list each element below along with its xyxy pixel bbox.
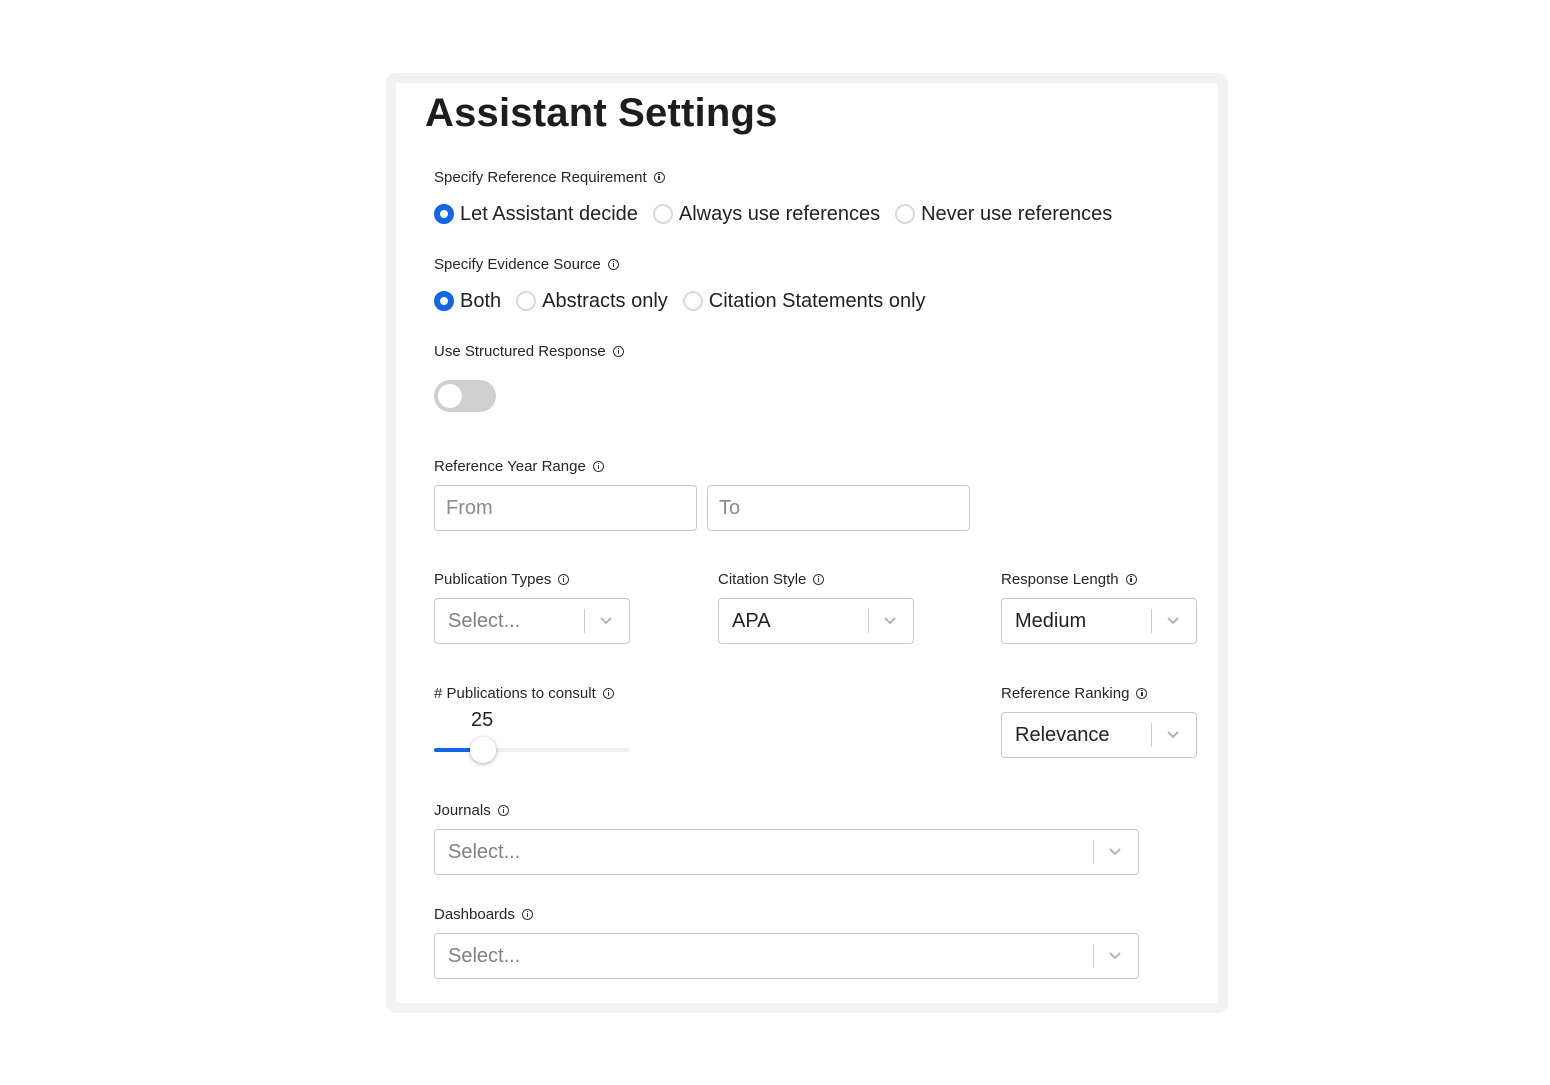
select-value: Select... [448, 841, 521, 863]
publications-to-consult-label-text: # Publications to consult [434, 684, 596, 702]
chevron-down-icon [1109, 848, 1121, 856]
select-value: Medium [1015, 610, 1087, 632]
citation-style-label-text: Citation Style [718, 570, 807, 588]
chevron-down-icon [1109, 952, 1121, 960]
radio-let-assistant-decide[interactable]: Let Assistant decide [434, 203, 638, 226]
info-icon[interactable] [607, 258, 619, 270]
radio-button-selected[interactable] [434, 291, 454, 311]
radio-both[interactable]: Both [434, 290, 501, 313]
info-icon[interactable] [813, 573, 825, 585]
reference-ranking-label: Reference Ranking [1001, 683, 1148, 703]
year-from-input[interactable] [434, 485, 697, 531]
response-length-select[interactable]: Medium [1001, 598, 1197, 644]
reference-ranking-select[interactable]: Relevance [1001, 712, 1197, 758]
journals-select[interactable]: Select... [434, 829, 1139, 875]
year-range-label: Reference Year Range [434, 456, 604, 476]
info-icon[interactable] [612, 345, 624, 357]
select-separator [1093, 840, 1094, 864]
settings-panel: Assistant Settings Specify Reference Req… [396, 83, 1218, 1003]
radio-never-use-references[interactable]: Never use references [895, 203, 1112, 226]
info-icon[interactable] [497, 804, 509, 816]
info-icon[interactable] [602, 687, 614, 699]
citation-style-select[interactable]: APA [718, 598, 914, 644]
info-icon[interactable] [1136, 687, 1148, 699]
publication-types-label-text: Publication Types [434, 570, 552, 588]
radio-label: Let Assistant decide [460, 202, 638, 225]
info-icon[interactable] [558, 573, 570, 585]
radio-label: Abstracts only [542, 289, 668, 312]
radio-button[interactable] [652, 204, 673, 224]
select-value: Relevance [1015, 724, 1110, 746]
journals-label: Journals [434, 800, 509, 820]
select-separator [868, 609, 869, 633]
citation-style-label: Citation Style [718, 569, 825, 589]
publication-types-label: Publication Types [434, 569, 570, 589]
info-icon[interactable] [653, 171, 665, 183]
radio-label: Never use references [921, 202, 1113, 225]
chevron-down-icon [600, 617, 612, 625]
structured-response-label: Use Structured Response [434, 341, 624, 361]
dashboards-label: Dashboards [434, 904, 533, 924]
select-separator [584, 609, 585, 633]
select-value: Select... [448, 610, 521, 632]
radio-button[interactable] [895, 204, 916, 224]
journals-label-text: Journals [434, 801, 491, 819]
structured-response-label-text: Use Structured Response [434, 342, 606, 360]
slider-thumb[interactable] [470, 737, 496, 763]
reference-requirement-label-text: Specify Reference Requirement [434, 168, 647, 186]
evidence-source-label-text: Specify Evidence Source [434, 255, 601, 273]
radio-button-selected[interactable] [434, 204, 454, 224]
radio-label: Always use references [678, 202, 881, 225]
chevron-down-icon [1167, 617, 1179, 625]
select-separator [1093, 944, 1094, 968]
chevron-down-icon [1167, 731, 1179, 739]
radio-button[interactable] [682, 291, 703, 311]
radio-label: Both [460, 289, 502, 312]
radio-button[interactable] [516, 291, 537, 311]
evidence-source-label: Specify Evidence Source [434, 254, 619, 274]
publication-types-select[interactable]: Select... [434, 598, 630, 644]
reference-requirement-radio-group: Let Assistant decide Always use referenc… [434, 200, 1127, 228]
chevron-down-icon [884, 617, 896, 625]
select-value: Select... [448, 945, 521, 967]
dashboards-select[interactable]: Select... [434, 933, 1139, 979]
dashboards-label-text: Dashboards [434, 905, 515, 923]
structured-response-toggle[interactable] [434, 380, 496, 412]
evidence-source-radio-group: Both Abstracts only Citation Statements … [434, 287, 941, 315]
info-icon[interactable] [592, 460, 604, 472]
reference-ranking-label-text: Reference Ranking [1001, 684, 1130, 702]
select-value: APA [732, 610, 771, 632]
radio-always-use-references[interactable]: Always use references [652, 202, 881, 226]
year-range-label-text: Reference Year Range [434, 457, 586, 475]
select-separator [1151, 723, 1152, 747]
toggle-knob [438, 384, 462, 408]
info-icon[interactable] [521, 908, 533, 920]
select-separator [1151, 609, 1152, 633]
publications-slider-track[interactable] [434, 737, 629, 763]
publications-to-consult-label: # Publications to consult [434, 683, 614, 703]
radio-label: Citation Statements only [708, 289, 926, 312]
info-icon[interactable] [1125, 573, 1137, 585]
slider-value: 25 [471, 709, 494, 731]
settings-frame: Assistant Settings Specify Reference Req… [386, 73, 1228, 1013]
radio-abstracts-only[interactable]: Abstracts only [516, 290, 668, 313]
response-length-label-text: Response Length [1001, 570, 1119, 588]
response-length-label: Response Length [1001, 569, 1137, 589]
year-to-input[interactable] [707, 485, 970, 531]
reference-requirement-label: Specify Reference Requirement [434, 167, 665, 187]
radio-citation-statements-only[interactable]: Citation Statements only [682, 289, 926, 313]
page-title: Assistant Settings [425, 91, 778, 135]
